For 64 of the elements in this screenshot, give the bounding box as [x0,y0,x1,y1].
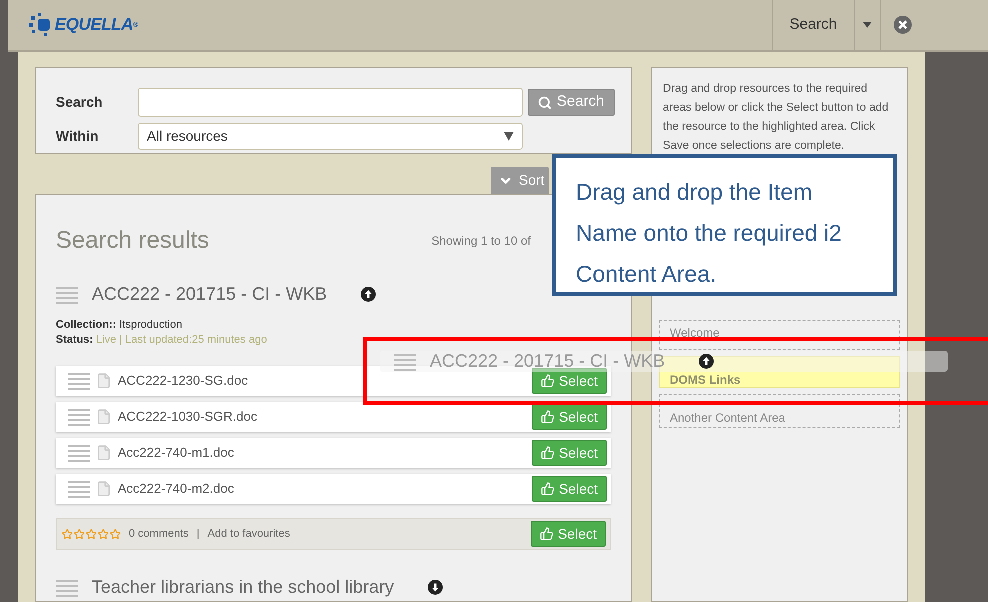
instructions-text: Drag and drop resources to the required areas below or click the Select button to add the resource to the highlighted area. Click Save once selections are complete. [662,82,890,154]
select-button[interactable]: Select [532,404,607,430]
document-icon [96,481,112,497]
document-icon [96,445,112,461]
result-title[interactable]: Teacher librarians in the school library [92,574,394,601]
caret-icon [863,22,872,28]
attachment-row[interactable]: Acc222-740-m1.doc Select [56,438,611,468]
attachment-name[interactable]: Acc222-740-m2.doc [118,479,234,499]
document-icon [96,373,112,389]
nav-dropdown-button[interactable] [854,0,881,50]
search-field[interactable] [138,88,523,117]
within-label: Within [56,127,100,146]
favourites-link[interactable]: Add to favourites [208,526,524,542]
star-icon[interactable] [62,528,73,540]
drag-handle-icon[interactable] [68,408,90,426]
attachment-name[interactable]: ACC222-1030-SGR.doc [118,407,258,427]
within-dropdown[interactable]: All resources [138,123,523,150]
drag-handle-icon[interactable] [68,480,90,498]
attachment-row[interactable]: ACC222-1230-SG.doc Select [56,366,611,396]
search-nav-tab[interactable]: Search [772,0,854,50]
drag-handle-icon[interactable] [394,352,416,370]
star-icon[interactable] [110,528,121,540]
status-value: Live | Last updated:25 minutes ago [96,333,268,348]
comments-link[interactable]: 0 comments [129,526,189,542]
results-count: Showing 1 to 10 of [432,233,531,250]
drop-area[interactable]: Welcome [659,320,900,350]
attachment-name[interactable]: Acc222-740-m1.doc [118,443,234,463]
thumbs-up-icon [540,527,554,541]
result-title[interactable]: ACC222 - 201715 - CI - WKB [92,281,328,308]
attachment-row[interactable]: Acc222-740-m2.doc Select [56,474,611,504]
thumbs-up-icon [541,446,556,460]
drag-handle-icon[interactable] [68,372,90,390]
select-button[interactable]: Select [532,368,607,394]
search-icon [538,96,552,110]
search-label: Search [56,93,104,112]
select-button[interactable]: Select [532,476,607,502]
dropdown-arrow-icon [504,132,514,141]
callout-text: Drag and drop the Item Name onto the required i2 Content Area. [576,178,843,289]
attachment-row[interactable]: ACC222-1030-SGR.doc Select [56,402,611,432]
sort-button[interactable]: Sort [491,167,549,194]
drop-area[interactable]: Another Content Area [659,394,900,428]
status-label: Status: [56,333,94,348]
drag-preview-tooltip[interactable]: ACC222 - 201715 - CI - WKB [380,351,948,372]
document-icon [96,409,112,425]
close-icon[interactable] [894,16,912,34]
logo-text: EQUELLA$^{®}$ [55,14,138,36]
drag-handle-icon[interactable] [68,444,90,462]
search-button[interactable]: Search [528,89,615,116]
results-title: Search results [56,226,210,256]
thumbs-up-icon [541,410,556,424]
thumbs-up-icon [541,374,556,388]
collection-value: Itsproduction [120,318,182,333]
star-icon[interactable] [74,528,85,540]
star-icon[interactable] [98,528,109,540]
collection-label: Collection:: [56,318,116,333]
attachment-name[interactable]: ACC222-1230-SG.doc [118,371,248,391]
separator-text: | [196,526,200,542]
star-icon[interactable] [86,528,97,540]
thumbs-up-icon [541,482,556,496]
select-button[interactable]: Select [531,521,606,547]
drag-handle-icon[interactable] [56,286,78,304]
select-button[interactable]: Select [532,440,607,466]
logo-icon [28,12,52,38]
drag-handle-icon[interactable] [56,578,78,596]
